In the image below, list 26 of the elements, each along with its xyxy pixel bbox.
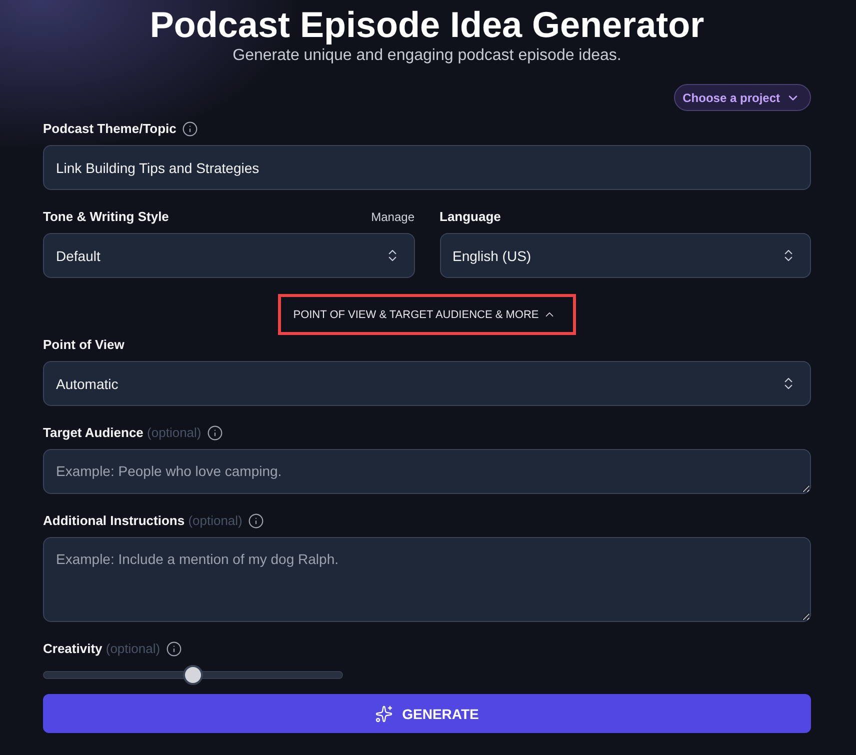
page-title: Podcast Episode Idea Generator bbox=[150, 3, 704, 47]
point-of-view-select[interactable]: Automatic bbox=[43, 361, 811, 406]
info-icon[interactable] bbox=[166, 641, 182, 657]
more-options-toggle[interactable]: POINT OF VIEW & TARGET AUDIENCE & MORE bbox=[278, 294, 576, 335]
topic-input[interactable]: Link Building Tips and Strategies bbox=[43, 145, 811, 190]
target-audience-field[interactable]: Example: People who love camping. bbox=[43, 449, 811, 494]
instructions-field[interactable]: Example: Include a mention of my dog Ralph. bbox=[43, 537, 811, 622]
manage-link[interactable]: Manage bbox=[371, 207, 414, 227]
field-label: Language bbox=[440, 208, 501, 226]
field-label: Creativity (optional) bbox=[43, 640, 160, 658]
project-dropdown-button[interactable]: Choose a project bbox=[674, 84, 811, 111]
info-icon[interactable] bbox=[207, 425, 224, 441]
page-subtitle: Generate unique and engaging podcast episode ideas. bbox=[232, 46, 622, 66]
slider-thumb[interactable] bbox=[183, 665, 203, 685]
field-label: Tone & Writing Style bbox=[43, 208, 169, 226]
field-label: Additional Instructions (optional) bbox=[43, 512, 242, 530]
field-label: Target Audience (optional) bbox=[43, 424, 202, 442]
creativity-slider-track[interactable] bbox=[43, 665, 343, 685]
field-label: Podcast Theme/Topic bbox=[43, 120, 176, 138]
language-select[interactable]: English (US) bbox=[440, 233, 811, 278]
info-icon[interactable] bbox=[248, 513, 264, 529]
field-label: Point of View bbox=[43, 336, 124, 354]
info-icon[interactable] bbox=[182, 121, 198, 137]
tone-select[interactable]: Default bbox=[43, 233, 414, 278]
sparkles-icon bbox=[375, 704, 394, 722]
generate-button[interactable]: GENERATE bbox=[43, 694, 811, 733]
